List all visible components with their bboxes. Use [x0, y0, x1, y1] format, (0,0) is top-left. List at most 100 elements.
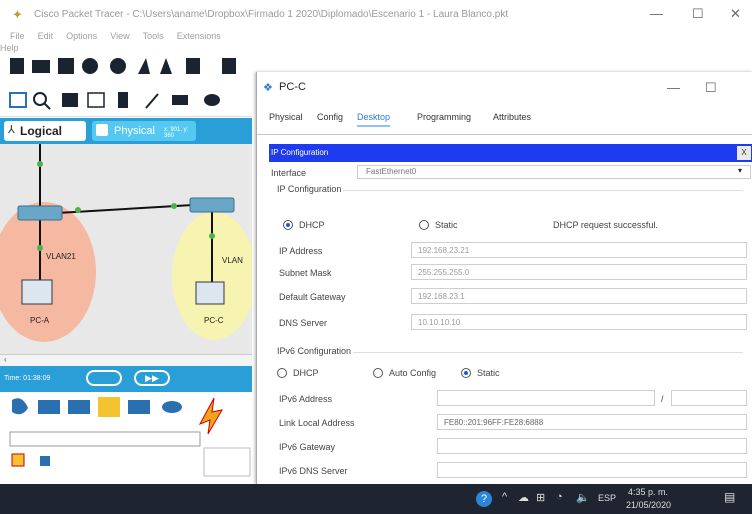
- chevron-up-icon[interactable]: ^: [502, 491, 507, 503]
- static-label: Static: [435, 220, 458, 230]
- main-title-bar: ✦ Cisco Packet Tracer - C:\Users\aname\D…: [0, 0, 752, 30]
- static-radio[interactable]: [419, 220, 429, 230]
- menu-extensions[interactable]: Extensions: [177, 31, 221, 41]
- menu-tools[interactable]: Tools: [143, 31, 164, 41]
- pc-window-icon: ❖: [263, 82, 273, 94]
- note-icon: [118, 92, 128, 108]
- logical-label: Logical: [20, 124, 63, 138]
- clock-date[interactable]: 21/05/2020: [626, 500, 671, 510]
- link-local-field[interactable]: FE80::201:96FF:FE28:6888: [437, 414, 747, 430]
- main-toolbar: [0, 50, 252, 84]
- simulation-bar: Time: 01:38:09 ▶▶: [0, 366, 252, 392]
- app-title: Cisco Packet Tracer - C:\Users\aname\Dro…: [34, 9, 509, 20]
- secondary-toolbar: [0, 86, 252, 117]
- wan-icon: [162, 401, 182, 413]
- minimize-icon[interactable]: —: [650, 6, 663, 21]
- ipv6-gateway-field[interactable]: [437, 438, 747, 454]
- ipv6-dns-field[interactable]: [437, 462, 747, 478]
- physical-tab[interactable]: Physical x: 901, y: 360: [92, 121, 196, 141]
- pc-c-icon: [195, 281, 225, 305]
- print-icon: [82, 58, 98, 74]
- default-gateway-field[interactable]: 192.168.23.1: [411, 288, 747, 304]
- scroll-left-icon[interactable]: ‹: [4, 355, 7, 364]
- chevron-down-icon: ▾: [738, 166, 743, 175]
- end-devices-icon: [128, 400, 150, 414]
- new-file-icon: [10, 58, 24, 74]
- volume-icon[interactable]: 🔈: [576, 491, 590, 504]
- dhcp-label: DHCP: [299, 220, 325, 230]
- ipv6-auto-config-label: Auto Config: [389, 368, 437, 378]
- maximize-icon[interactable]: ☐: [692, 6, 704, 22]
- logical-icon: ⅄: [8, 124, 15, 136]
- resize-icon: [87, 92, 105, 108]
- subnet-mask-field[interactable]: 255.255.255.0: [411, 264, 747, 280]
- tab-desktop[interactable]: Desktop: [357, 112, 391, 127]
- ipv6-dhcp-label: DHCP: [293, 368, 319, 378]
- interface-select[interactable]: FastEthernet0 ▾: [357, 165, 751, 179]
- fast-forward-button[interactable]: ▶▶: [134, 370, 170, 386]
- lightning-connection-icon: [198, 397, 223, 435]
- pc-maximize-icon[interactable]: ☐: [705, 80, 717, 96]
- ellipse-icon: [204, 94, 220, 106]
- ipv6-prefix-field[interactable]: [671, 390, 747, 406]
- menu-file[interactable]: File: [10, 31, 25, 41]
- tab-attributes[interactable]: Attributes: [493, 112, 531, 122]
- logical-tab[interactable]: ⅄ Logical: [4, 121, 86, 141]
- dns-server-label: DNS Server: [279, 318, 328, 328]
- device-list-box: [203, 447, 251, 477]
- network-icon[interactable]: ⊞: [536, 491, 545, 504]
- pc-minimize-icon[interactable]: —: [667, 80, 680, 95]
- ipv6-auto-config-radio[interactable]: [373, 368, 383, 378]
- link-local-label: Link Local Address: [279, 418, 355, 428]
- save-icon: [58, 58, 74, 74]
- ipv6-dns-label: IPv6 DNS Server: [279, 466, 348, 476]
- prefix-separator: /: [661, 394, 664, 404]
- grid-icon: [40, 456, 50, 466]
- topology-workspace[interactable]: VLAN21 VLAN PC-A PC-C: [0, 144, 252, 354]
- ipv6-static-radio[interactable]: [461, 368, 471, 378]
- vlan-right-label: VLAN: [222, 256, 243, 265]
- physical-icon: [96, 124, 108, 136]
- language-indicator[interactable]: ESP: [598, 493, 616, 503]
- switch-icon: [17, 205, 63, 221]
- menu-bar: File Edit Options View Tools Extensions …: [0, 30, 260, 53]
- clock-time[interactable]: 4:35 p. m.: [628, 487, 668, 497]
- ip-address-field[interactable]: 192.168.23.21: [411, 242, 747, 258]
- menu-view[interactable]: View: [110, 31, 129, 41]
- pc-window-title: PC-C: [279, 81, 306, 93]
- dhcp-radio[interactable]: [283, 220, 293, 230]
- device-search-field: [9, 431, 201, 447]
- pc-window-titlebar: ❖ PC-C — ☐: [257, 72, 752, 104]
- menu-options[interactable]: Options: [66, 31, 97, 41]
- draw-line-icon: [145, 93, 159, 109]
- subnet-mask-label: Subnet Mask: [279, 268, 332, 278]
- delete-icon: [62, 93, 78, 107]
- select-icon: [9, 92, 27, 108]
- help-icon[interactable]: ?: [476, 491, 492, 507]
- ipv6-gateway-label: IPv6 Gateway: [279, 442, 336, 452]
- tab-config[interactable]: Config: [317, 112, 343, 122]
- ipv6-address-field[interactable]: [437, 390, 655, 406]
- ipv6-dhcp-radio[interactable]: [277, 368, 287, 378]
- wifi-icon[interactable]: ◔: [556, 491, 563, 503]
- ipv6-address-label: IPv6 Address: [279, 394, 333, 404]
- wizard-icon: [138, 58, 150, 74]
- notifications-icon[interactable]: ▤: [724, 490, 735, 504]
- ipv6-config-header: IPv6 Configuration: [277, 346, 352, 356]
- power-cycle-button[interactable]: [86, 370, 122, 386]
- connections-icon: [98, 397, 120, 417]
- sim-time: Time: 01:38:09: [4, 375, 51, 382]
- tab-physical[interactable]: Physical: [269, 112, 303, 122]
- dns-server-field[interactable]: 10.10.10.10: [411, 314, 747, 330]
- ip-config-title: IP Configuration: [271, 148, 329, 157]
- copy-icon: [186, 58, 200, 74]
- close-icon[interactable]: ✕: [730, 6, 741, 22]
- pc-a-icon: [21, 279, 53, 305]
- paste-icon: [222, 58, 236, 74]
- interface-label: Interface: [271, 168, 307, 178]
- cloud-icon[interactable]: ☁: [518, 491, 529, 504]
- tab-programming[interactable]: Programming: [417, 112, 471, 122]
- ip-config-close-button[interactable]: X: [737, 146, 751, 160]
- menu-edit[interactable]: Edit: [38, 31, 54, 41]
- pc-tabs: Physical Config Desktop Programming Attr…: [257, 106, 752, 135]
